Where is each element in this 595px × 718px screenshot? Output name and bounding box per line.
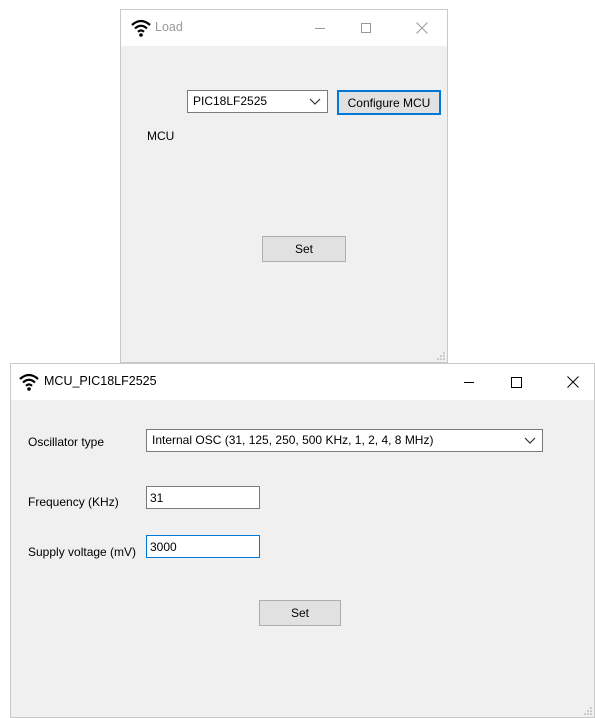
chevron-down-icon [309, 98, 321, 105]
maximize-button[interactable] [343, 10, 389, 46]
load-titlebar[interactable]: Load [121, 10, 447, 46]
configure-mcu-label: Configure MCU [347, 95, 431, 110]
maximize-button[interactable] [493, 364, 539, 400]
mcu-set-button[interactable]: Set [259, 600, 341, 626]
mcu-select-value: PIC18LF2525 [193, 94, 268, 108]
load-set-label: Set [294, 242, 313, 256]
maximize-icon [510, 376, 522, 388]
load-window-title: Load [155, 20, 183, 34]
wifi-icon [131, 19, 151, 37]
mcu-titlebar[interactable]: MCU_PIC18LF2525 [11, 364, 594, 400]
resize-grip-icon[interactable] [435, 350, 445, 360]
oscillator-type-value: Internal OSC (31, 125, 250, 500 KHz, 1, … [152, 433, 434, 447]
frequency-label: Frequency (KHz) [28, 495, 119, 509]
mcu-label: MCU [147, 129, 175, 143]
minimize-icon [464, 382, 474, 383]
wifi-icon [19, 373, 39, 391]
load-window: Load MCU PIC18LF2525 Configure MCU Set [120, 9, 448, 363]
close-button[interactable] [399, 10, 445, 46]
mcu-window-title: MCU_PIC18LF2525 [44, 374, 157, 388]
oscillator-type-select[interactable]: Internal OSC (31, 125, 250, 500 KHz, 1, … [146, 429, 543, 452]
frequency-input[interactable] [146, 486, 260, 509]
close-icon [567, 376, 579, 388]
supply-voltage-input[interactable] [146, 535, 260, 558]
mcu-set-label: Set [290, 606, 309, 620]
chevron-down-icon [524, 437, 536, 444]
close-icon [416, 22, 428, 34]
minimize-button[interactable] [297, 10, 343, 46]
resize-grip-icon[interactable] [582, 705, 592, 715]
supply-voltage-label: Supply voltage (mV) [28, 545, 137, 559]
mcu-window: MCU_PIC18LF2525 Oscillator type Internal… [10, 363, 595, 718]
minimize-button[interactable] [446, 364, 492, 400]
oscillator-type-label: Oscillator type [28, 435, 105, 449]
mcu-select[interactable]: PIC18LF2525 [187, 90, 328, 113]
maximize-icon [361, 23, 371, 33]
close-button[interactable] [550, 364, 595, 400]
minimize-icon [315, 28, 325, 29]
load-set-button[interactable]: Set [262, 236, 346, 262]
configure-mcu-button[interactable]: Configure MCU [337, 90, 441, 115]
